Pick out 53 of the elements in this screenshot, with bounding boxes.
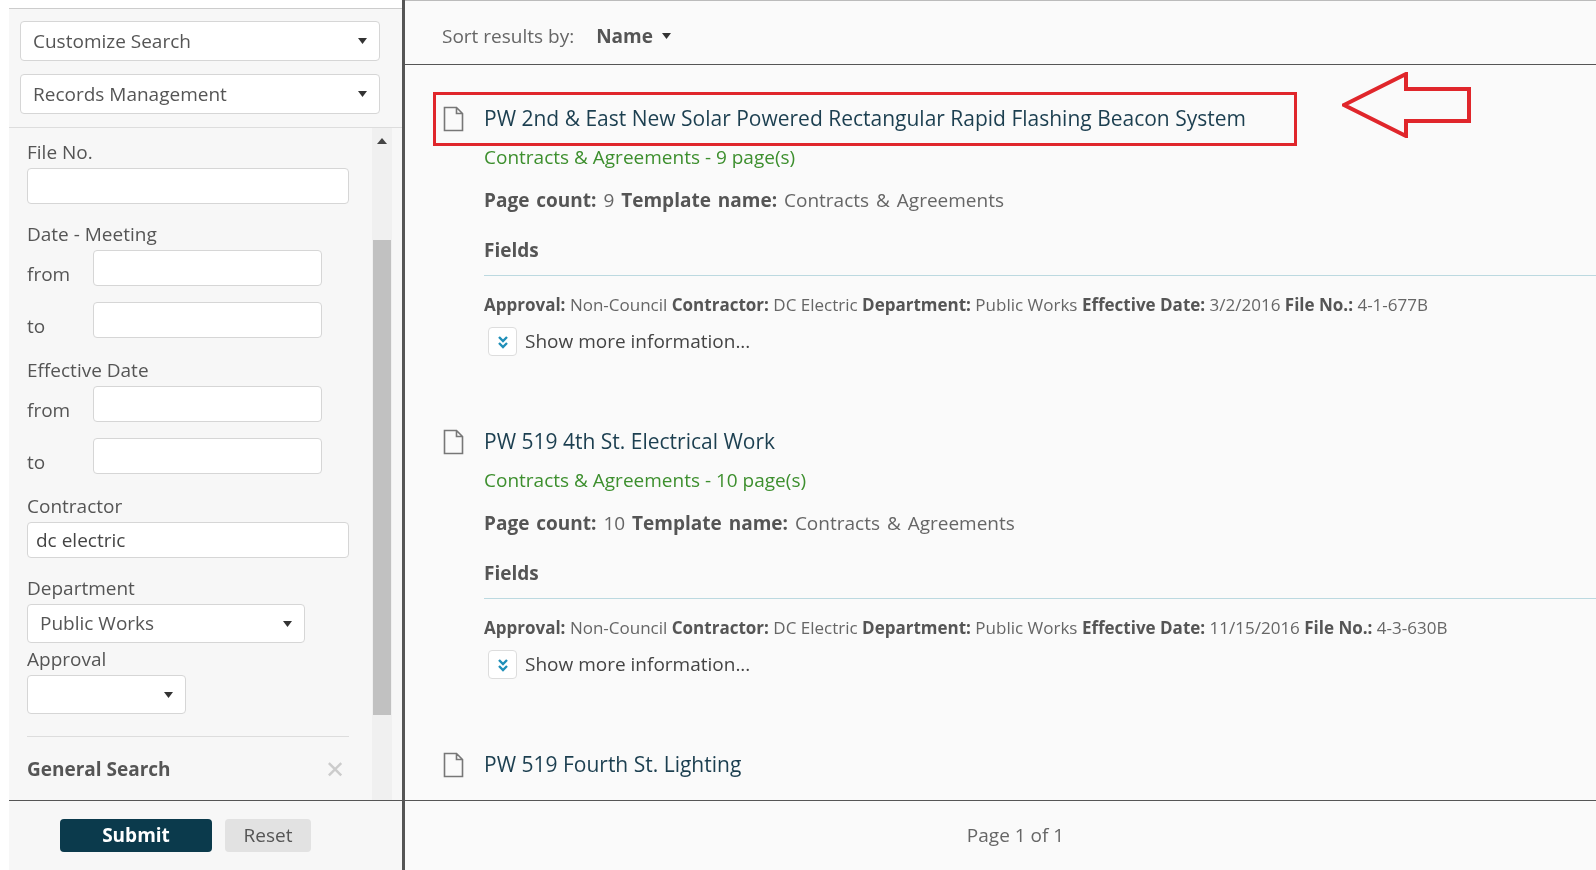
field-label: Approval bbox=[27, 647, 108, 671]
to-label: to bbox=[27, 450, 47, 474]
result-title-link[interactable]: PW 519 Fourth St. Lighting bbox=[484, 749, 742, 781]
sort-label: Sort results by: bbox=[442, 21, 575, 51]
scroll-up-icon[interactable] bbox=[377, 138, 387, 144]
from-label: from bbox=[27, 398, 72, 422]
document-icon bbox=[443, 106, 464, 132]
field-label: Contractor bbox=[27, 494, 124, 518]
show-more-link[interactable]: Show more information... bbox=[525, 327, 751, 356]
document-icon bbox=[443, 429, 464, 455]
result-meta: Page count: 9 Template name: Contracts & Agreements bbox=[484, 185, 1005, 214]
select-dropdown[interactable] bbox=[27, 675, 186, 714]
field-label: Date - Meeting bbox=[27, 222, 158, 246]
input-field[interactable] bbox=[27, 168, 349, 204]
input-field[interactable] bbox=[93, 386, 322, 422]
to-label: to bbox=[27, 314, 47, 338]
input-field[interactable]: dc electric bbox=[27, 522, 349, 558]
reset-button[interactable]: Reset bbox=[225, 819, 311, 852]
fields-text: Approval: Non-Council Contractor: DC Electric Department: Public Works Effective Date: 3/2/2016 File No.: 4-1-677B bbox=[484, 291, 1429, 317]
caret-icon bbox=[358, 91, 367, 97]
fields-heading: Fields bbox=[484, 236, 1596, 276]
select-dropdown[interactable]: Records Management bbox=[20, 74, 380, 114]
input-field[interactable] bbox=[93, 302, 322, 338]
fields-text: Approval: Non-Council Contractor: DC Electric Department: Public Works Effective Date: 11/15/2016 File No.: 4-3-630B bbox=[484, 614, 1449, 640]
input-field[interactable] bbox=[93, 438, 322, 474]
scrollbar-thumb[interactable] bbox=[373, 240, 391, 715]
scrollbar[interactable] bbox=[372, 128, 392, 800]
result-title-link[interactable]: PW 2nd & East New Solar Powered Rectangular Rapid Flashing Beacon System bbox=[484, 103, 1246, 135]
fields-heading: Fields bbox=[484, 559, 1596, 599]
section-heading: General Search bbox=[27, 755, 171, 784]
expand-icon[interactable] bbox=[488, 650, 517, 679]
result-title-link[interactable]: PW 519 4th St. Electrical Work bbox=[484, 426, 776, 458]
show-more-link[interactable]: Show more information... bbox=[525, 650, 751, 679]
select-dropdown[interactable]: Public Works bbox=[27, 604, 305, 643]
field-label: Department bbox=[27, 576, 136, 600]
caret-icon bbox=[164, 691, 173, 698]
arrow-icon bbox=[1342, 72, 1472, 138]
result-subtitle: Contracts & Agreements - 10 page(s) bbox=[484, 466, 808, 495]
caret-icon bbox=[283, 620, 292, 627]
select-dropdown[interactable]: Customize Search bbox=[20, 21, 380, 61]
input-field[interactable] bbox=[93, 250, 322, 286]
result-meta: Page count: 10 Template name: Contracts & Agreements bbox=[484, 508, 1016, 537]
expand-icon[interactable] bbox=[488, 327, 517, 356]
caret-icon bbox=[661, 33, 671, 39]
result-subtitle: Contracts & Agreements - 9 page(s) bbox=[484, 143, 797, 172]
document-icon bbox=[443, 752, 464, 778]
sort-dropdown[interactable]: Name bbox=[596, 21, 671, 51]
pagination-text: Page 1 of 1 bbox=[966, 821, 1065, 850]
from-label: from bbox=[27, 262, 72, 286]
caret-icon bbox=[358, 38, 367, 44]
field-label: File No. bbox=[27, 140, 94, 164]
field-label: Effective Date bbox=[27, 358, 150, 382]
submit-button[interactable]: Submit bbox=[60, 819, 212, 852]
